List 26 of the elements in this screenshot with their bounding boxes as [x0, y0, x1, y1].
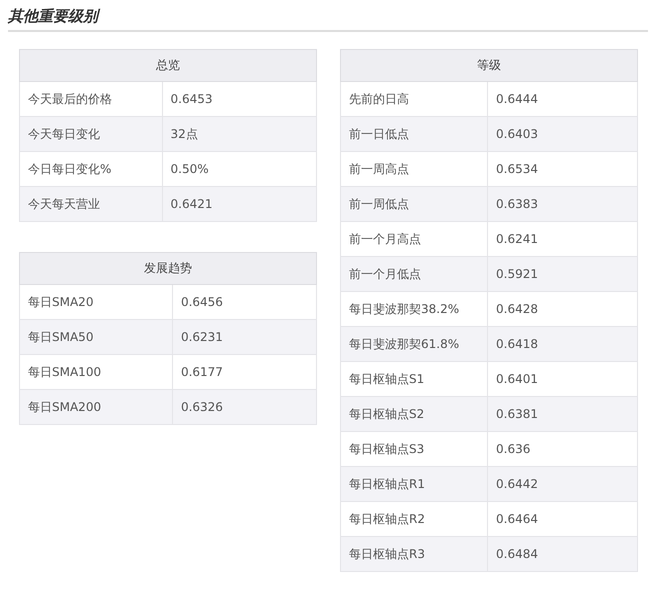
table-cell: 0.6484 [488, 536, 638, 572]
table-cell: 0.6421 [162, 186, 316, 222]
table-cell: 前一周低点 [340, 186, 488, 222]
table-cell: 每日枢轴点S2 [340, 396, 488, 432]
table-header: 发展趋势 [20, 252, 316, 284]
table-cell: 前一日低点 [340, 116, 488, 152]
table-cell: 32点 [162, 116, 316, 152]
table-cell: 0.6381 [488, 396, 638, 432]
table-cell: 今天每日变化 [20, 116, 162, 152]
table-cell: 0.6442 [488, 466, 638, 502]
table-header: 总览 [20, 50, 316, 82]
table-cell: 每日枢轴点R3 [340, 536, 488, 572]
table-cell: 0.6231 [172, 320, 316, 354]
table-cell: 每日斐波那契61.8% [340, 326, 488, 362]
section-heading: 其他重要级别 [8, 6, 98, 26]
table-cell: 0.6403 [488, 116, 638, 152]
table-cell: 前一个月低点 [340, 256, 488, 292]
table-cell: 每日SMA200 [20, 390, 172, 424]
table-cell: 0.5921 [488, 256, 638, 292]
table-cell: 每日枢轴点R1 [340, 466, 488, 502]
table-cell: 今天每天营业 [20, 186, 162, 222]
table-cell: 0.6383 [488, 186, 638, 222]
table-header: 等级 [340, 50, 638, 82]
table-cell: 0.6326 [172, 390, 316, 424]
table-cell: 0.6418 [488, 326, 638, 362]
table-cell: 每日SMA50 [20, 320, 172, 354]
